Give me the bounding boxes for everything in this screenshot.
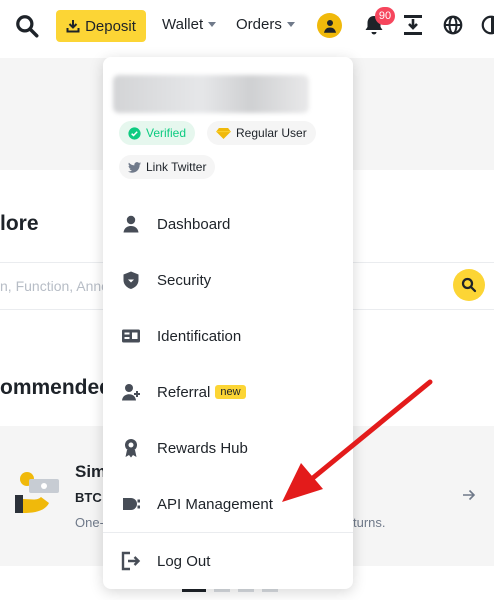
card-title: Sim bbox=[75, 462, 107, 481]
id-card-icon bbox=[122, 329, 140, 343]
menu-item-label: Dashboard bbox=[157, 215, 231, 233]
pager-dot[interactable] bbox=[182, 589, 206, 592]
menu-item-label: Referral bbox=[157, 383, 211, 401]
link-twitter-tag[interactable]: Link Twitter bbox=[119, 155, 216, 179]
logout-icon bbox=[121, 551, 141, 571]
card-description-tail: turns. bbox=[353, 515, 386, 530]
card-subtitle: BTC bbox=[75, 490, 102, 505]
menu-item-label: Identification bbox=[157, 327, 242, 345]
pager-dot[interactable] bbox=[262, 589, 278, 592]
notification-count-badge: 90 bbox=[375, 7, 395, 25]
medal-icon bbox=[125, 439, 137, 458]
account-dropdown-menu: Verified Regular User Link Twitter Dashb… bbox=[103, 57, 353, 589]
chevron-down-icon bbox=[208, 22, 217, 27]
add-user-icon bbox=[122, 384, 140, 401]
top-navigation-bar: Deposit Wallet Orders 90 bbox=[0, 0, 494, 52]
pager-dot[interactable] bbox=[214, 589, 230, 592]
carousel-pager[interactable] bbox=[182, 589, 278, 592]
wallet-label: Wallet bbox=[162, 16, 204, 33]
avatar-icon[interactable] bbox=[317, 13, 342, 38]
search-icon[interactable] bbox=[14, 13, 40, 39]
menu-item-label: Rewards Hub bbox=[157, 439, 248, 457]
nav-wallet[interactable]: Wallet bbox=[162, 16, 217, 33]
deposit-button[interactable]: Deposit bbox=[56, 10, 146, 42]
savings-illustration-icon bbox=[15, 472, 59, 513]
menu-item-identification[interactable]: Identification bbox=[103, 312, 353, 360]
verified-tag: Verified bbox=[119, 121, 196, 145]
menu-item-api-management[interactable]: API Management bbox=[103, 480, 353, 528]
menu-item-log-out[interactable]: Log Out bbox=[103, 537, 353, 585]
arrow-right-icon[interactable] bbox=[462, 488, 476, 502]
menu-item-label: Security bbox=[157, 271, 212, 289]
shield-icon bbox=[123, 271, 139, 289]
new-badge: new bbox=[215, 385, 246, 399]
menu-item-rewards-hub[interactable]: Rewards Hub bbox=[103, 424, 353, 472]
user-icon bbox=[123, 215, 139, 233]
section-title-explore: lore bbox=[0, 212, 39, 235]
orders-label: Orders bbox=[236, 16, 282, 33]
chevron-down-icon bbox=[286, 22, 295, 27]
menu-item-label: API Management bbox=[157, 495, 273, 513]
diamond-icon bbox=[216, 127, 231, 139]
theme-toggle-icon[interactable] bbox=[480, 14, 494, 36]
api-icon bbox=[123, 498, 140, 510]
search-input-placeholder: n, Function, Anno bbox=[0, 278, 109, 294]
download-icon bbox=[66, 20, 80, 33]
menu-divider bbox=[103, 532, 353, 533]
deposit-label: Deposit bbox=[85, 17, 136, 35]
pager-dot[interactable] bbox=[238, 589, 254, 592]
globe-icon[interactable] bbox=[442, 14, 464, 36]
menu-item-dashboard[interactable]: Dashboard bbox=[103, 200, 353, 248]
app-download-icon[interactable] bbox=[402, 13, 424, 37]
verified-label: Verified bbox=[146, 126, 187, 140]
user-level-label: Regular User bbox=[236, 126, 307, 140]
menu-item-referral[interactable]: Referral new bbox=[103, 368, 353, 416]
section-title-recommended: ommended bbox=[0, 376, 113, 399]
menu-item-label: Log Out bbox=[157, 552, 211, 570]
menu-item-security[interactable]: Security bbox=[103, 256, 353, 304]
account-email-redacted bbox=[113, 75, 309, 113]
link-twitter-label: Link Twitter bbox=[146, 160, 207, 174]
card-description: One- bbox=[75, 515, 104, 530]
user-level-tag[interactable]: Regular User bbox=[207, 121, 316, 145]
twitter-icon bbox=[128, 161, 141, 173]
search-icon bbox=[461, 277, 477, 293]
check-badge-icon bbox=[128, 126, 141, 140]
search-submit-button[interactable] bbox=[453, 269, 485, 301]
nav-orders[interactable]: Orders bbox=[236, 16, 295, 33]
